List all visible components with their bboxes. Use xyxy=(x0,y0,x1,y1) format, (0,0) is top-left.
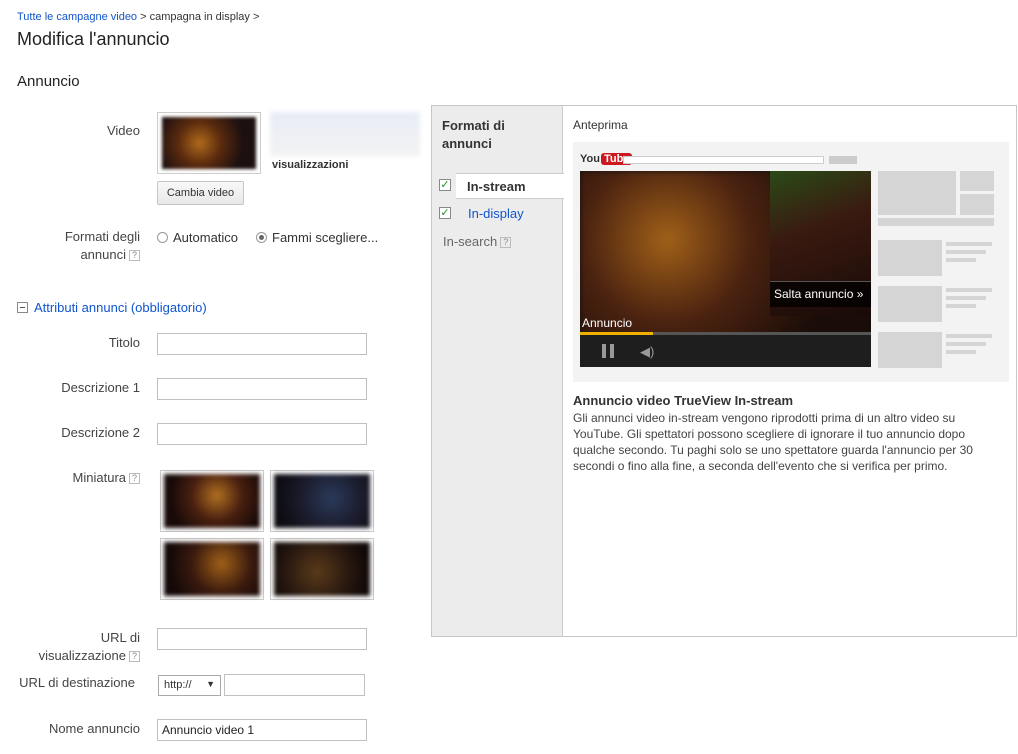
ad-name-label: Nome annuncio xyxy=(48,721,140,736)
breadcrumb-current: campagna in display > xyxy=(149,11,260,23)
ad-label: Annuncio xyxy=(582,316,633,330)
attributes-header: Attributi annunci (obbligatorio) xyxy=(34,300,207,315)
thumbnail-option[interactable] xyxy=(270,538,374,600)
mock-related-thumb xyxy=(878,240,942,276)
breadcrumb: Tutte le campagne video > campagna in di… xyxy=(17,11,259,23)
player-controls: ◀) xyxy=(580,335,871,367)
thumbnail-label: Miniatura? xyxy=(40,469,140,487)
radio-choose[interactable]: Fammi scegliere... xyxy=(256,230,378,245)
mock-related-line xyxy=(946,296,986,300)
format-preview-panel: Formati di annunci ✓ In-stream ✓ In-disp… xyxy=(431,105,1017,637)
mock-related-thumb xyxy=(878,286,942,322)
title-label: Titolo xyxy=(108,335,140,350)
chevron-down-icon: ▼ xyxy=(206,679,215,689)
youtube-preview: You Tube Salta annuncio » Annuncio ◀) xyxy=(573,142,1009,382)
mock-related-line xyxy=(946,350,976,354)
skip-ad-button: Salta annuncio » xyxy=(770,281,871,307)
tab-insearch-label: In-search xyxy=(443,234,498,249)
ad-name-input[interactable]: Annuncio video 1 xyxy=(157,719,367,741)
mock-related-line xyxy=(946,288,992,292)
mock-sidebar-block xyxy=(878,218,994,226)
collapse-icon xyxy=(17,302,28,313)
pause-icon xyxy=(602,344,614,358)
destination-url-label: URL di destinazione xyxy=(19,675,135,690)
mock-sidebar-block xyxy=(960,171,994,191)
protocol-select-value: http:// xyxy=(164,679,192,691)
mock-sidebar-block xyxy=(960,194,994,215)
video-label: Video xyxy=(106,123,140,138)
format-tabs: Formati di annunci ✓ In-stream ✓ In-disp… xyxy=(432,106,564,636)
format-description-body: Gli annunci video in-stream vengono ripr… xyxy=(573,411,973,473)
destination-url-input[interactable] xyxy=(224,674,365,696)
change-video-button[interactable]: Cambia video xyxy=(157,181,244,205)
thumbnail-option[interactable] xyxy=(160,470,264,532)
description1-input[interactable] xyxy=(157,378,367,400)
description2-label: Descrizione 2 xyxy=(61,425,140,440)
preview-label: Anteprima xyxy=(573,118,628,132)
breadcrumb-separator: > xyxy=(140,11,147,23)
help-icon[interactable]: ? xyxy=(129,250,140,262)
video-views-label: visualizzazioni xyxy=(272,159,349,171)
thumbnail-grid xyxy=(160,470,376,602)
formats-title-line2: annunci xyxy=(442,136,492,151)
video-thumbnail xyxy=(157,112,261,174)
mock-related-thumb xyxy=(878,332,942,368)
ad-formats-label-line1: Formati degli xyxy=(64,229,140,244)
help-icon[interactable]: ? xyxy=(129,473,140,485)
protocol-select[interactable]: http:// ▼ xyxy=(158,675,221,696)
instream-checkbox[interactable]: ✓ xyxy=(439,179,451,191)
mock-related-line xyxy=(946,258,976,262)
display-url-label: URL di visualizzazione? xyxy=(10,629,140,665)
description2-input[interactable] xyxy=(157,423,367,445)
mock-related-line xyxy=(946,334,992,338)
attributes-toggle[interactable]: Attributi annunci (obbligatorio) xyxy=(17,300,207,315)
display-url-label-line2: visualizzazione xyxy=(38,648,126,663)
formats-title-line1: Formati di xyxy=(442,118,505,133)
mock-related-line xyxy=(946,242,992,246)
section-title: Annuncio xyxy=(17,73,80,90)
radio-choose-label: Fammi scegliere... xyxy=(272,230,379,245)
formats-title: Formati di annunci xyxy=(442,117,505,153)
thumbnail-option[interactable] xyxy=(270,470,374,532)
indisplay-checkbox[interactable]: ✓ xyxy=(439,207,451,219)
tab-indisplay[interactable]: In-display xyxy=(468,201,563,227)
radio-automatic[interactable]: Automatico xyxy=(157,230,238,245)
display-url-input[interactable] xyxy=(157,628,367,650)
mock-related-line xyxy=(946,250,986,254)
youtube-search-bar xyxy=(623,156,824,164)
video-player: Salta annuncio » Annuncio ◀) xyxy=(580,171,871,367)
radio-off-icon xyxy=(157,232,168,243)
youtube-search-button xyxy=(829,156,857,164)
mock-sidebar-block xyxy=(878,171,956,215)
ad-formats-label: Formati degli annunci? xyxy=(40,228,140,264)
thumbnail-label-text: Miniatura xyxy=(72,470,126,485)
tab-instream[interactable]: In-stream xyxy=(456,173,564,199)
mock-related-line xyxy=(946,342,986,346)
help-icon[interactable]: ? xyxy=(129,651,140,663)
tab-insearch[interactable]: In-search? xyxy=(443,229,563,255)
video-title-blurred xyxy=(270,112,420,156)
mock-related-line xyxy=(946,304,976,308)
thumbnail-option[interactable] xyxy=(160,538,264,600)
ad-formats-label-line2: annunci xyxy=(80,247,126,262)
format-description-title: Annuncio video TrueView In-stream xyxy=(573,393,794,408)
description1-label: Descrizione 1 xyxy=(61,380,140,395)
page-title: Modifica l'annuncio xyxy=(17,29,170,49)
help-icon[interactable]: ? xyxy=(500,237,512,249)
breadcrumb-all-campaigns-link[interactable]: Tutte le campagne video xyxy=(17,11,137,23)
volume-icon: ◀) xyxy=(640,344,655,359)
display-url-label-line1: URL di xyxy=(100,630,140,645)
youtube-logo-you: You xyxy=(580,153,600,165)
radio-automatic-label: Automatico xyxy=(173,230,239,245)
radio-on-icon xyxy=(256,232,267,243)
title-input[interactable] xyxy=(157,333,367,355)
